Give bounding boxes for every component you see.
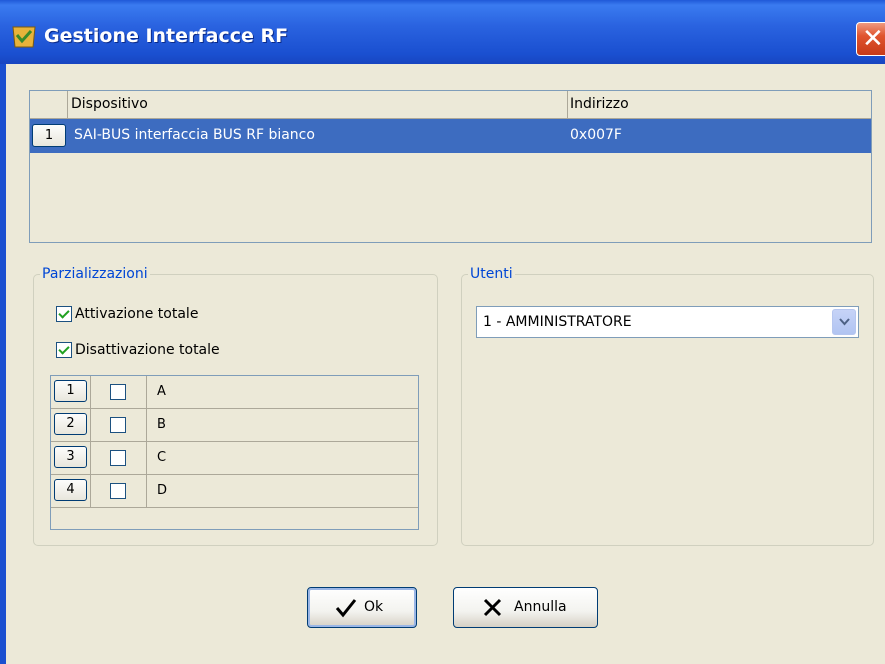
chevron-down-icon xyxy=(839,318,850,326)
x-icon xyxy=(483,598,502,617)
table-row[interactable]: 4 D xyxy=(51,475,418,508)
device-address: 0x007F xyxy=(570,127,622,143)
row-number-button[interactable]: 1 xyxy=(54,380,87,402)
checkmark-icon xyxy=(335,599,357,618)
app-icon xyxy=(12,26,36,48)
table-row[interactable]: 1 SAI-BUS interfaccia BUS RF bianco 0x00… xyxy=(30,119,871,153)
devices-table[interactable]: Dispositivo Indirizzo 1 SAI-BUS interfac… xyxy=(29,90,872,243)
column-header-indirizzo[interactable]: Indirizzo xyxy=(568,91,873,118)
zone-checkbox[interactable] xyxy=(110,384,126,400)
window-title: Gestione Interfacce RF xyxy=(44,25,289,47)
group-label: Utenti xyxy=(468,265,515,283)
window-frame-left xyxy=(0,64,6,664)
row-number-button[interactable]: 3 xyxy=(54,446,87,468)
checkbox-label: Disattivazione totale xyxy=(75,342,220,358)
dropdown-button[interactable] xyxy=(832,309,856,335)
cancel-label: Annulla xyxy=(514,599,567,615)
row-number-button[interactable]: 1 xyxy=(32,124,66,147)
ok-label: Ok xyxy=(364,599,384,615)
close-button[interactable]: ✕ xyxy=(856,22,885,56)
table-row[interactable]: 1 A xyxy=(51,376,418,409)
row-number-button[interactable]: 2 xyxy=(54,413,87,435)
selected-user: 1 - AMMINISTRATORE xyxy=(483,314,632,330)
ok-button[interactable]: Ok xyxy=(307,587,417,628)
table-row[interactable]: 2 B xyxy=(51,409,418,442)
table-row[interactable]: 3 C xyxy=(51,442,418,475)
group-label: Parzializzazioni xyxy=(40,265,150,283)
row-number-button[interactable]: 4 xyxy=(54,479,87,501)
zone-name: B xyxy=(157,417,166,432)
checkbox-label: Attivazione totale xyxy=(75,306,199,322)
close-icon: ✕ xyxy=(862,24,884,54)
device-name: SAI-BUS interfaccia BUS RF bianco xyxy=(74,127,315,143)
disattivazione-totale-checkbox[interactable] xyxy=(56,342,72,358)
table-header: Dispositivo Indirizzo xyxy=(30,91,871,119)
zone-name: D xyxy=(157,483,168,498)
attivazione-totale-checkbox[interactable] xyxy=(56,306,72,322)
zones-table[interactable]: 1 A 2 B 3 C 4 D xyxy=(50,375,419,530)
title-bar[interactable]: Gestione Interfacce RF ✕ xyxy=(0,0,885,64)
user-select[interactable]: 1 - AMMINISTRATORE xyxy=(476,306,859,338)
zone-name: C xyxy=(157,450,167,465)
zone-name: A xyxy=(157,384,166,399)
header-corner xyxy=(30,91,68,118)
zone-checkbox[interactable] xyxy=(110,483,126,499)
column-header-dispositivo[interactable]: Dispositivo xyxy=(68,91,568,118)
zone-checkbox[interactable] xyxy=(110,450,126,466)
cancel-button[interactable]: Annulla xyxy=(453,587,598,628)
zone-checkbox[interactable] xyxy=(110,417,126,433)
